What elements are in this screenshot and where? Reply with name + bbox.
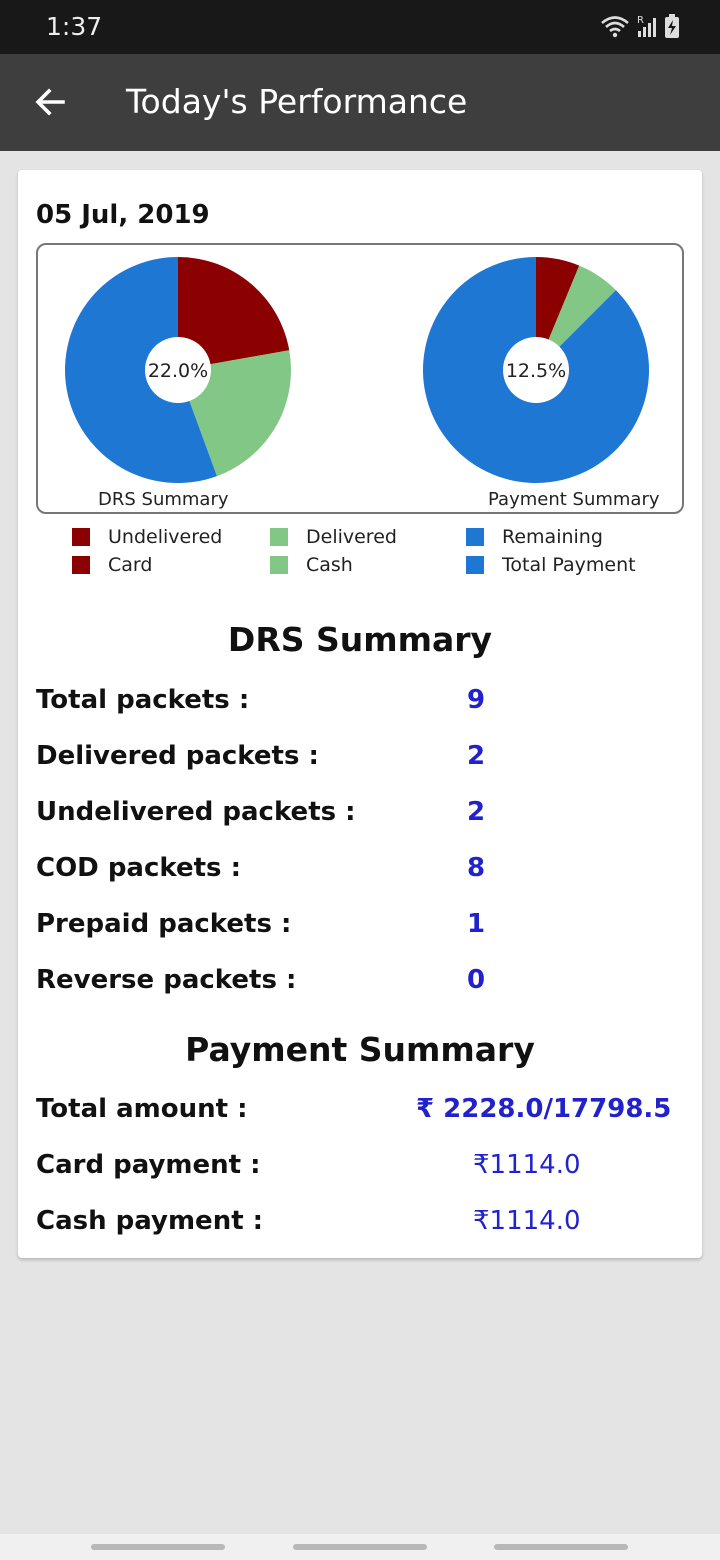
app-bar: Today's Performance <box>0 54 720 151</box>
drs-pie-center-label: 22.0% <box>148 360 208 382</box>
status-icons: R <box>600 14 680 38</box>
reverse-packets-value: 0 <box>467 965 486 995</box>
legend-swatch <box>72 528 90 546</box>
card-payment-value: ₹1114.0 <box>473 1150 581 1180</box>
legend-swatch <box>466 528 484 546</box>
legend-item-card: Card <box>72 552 152 578</box>
reverse-packets-label: Reverse packets : <box>36 965 297 995</box>
payment-summary-title: Payment Summary <box>185 1030 535 1069</box>
legend-label: Cash <box>306 554 353 576</box>
legend-item-undelivered: Undelivered <box>72 524 222 550</box>
total-amount-label: Total amount : <box>36 1094 248 1124</box>
legend-swatch <box>270 556 288 574</box>
undelivered-packets-value: 2 <box>467 797 486 827</box>
svg-text:R: R <box>637 15 644 26</box>
chart-legend: Undelivered Delivered Remaining Card Cas… <box>18 524 702 584</box>
total-amount-value: ₹ 2228.0/17798.5 <box>416 1094 672 1124</box>
prepaid-packets-label: Prepaid packets : <box>36 909 292 939</box>
nav-pill-right[interactable] <box>494 1544 628 1550</box>
nav-pill-center[interactable] <box>293 1544 427 1550</box>
nav-pill-left[interactable] <box>91 1544 225 1550</box>
payment-pie-center-label: 12.5% <box>506 360 566 382</box>
drs-chart-caption: DRS Summary <box>98 489 229 510</box>
card-payment-label: Card payment : <box>36 1150 261 1180</box>
total-packets-label: Total packets : <box>36 685 250 715</box>
legend-label: Total Payment <box>502 554 636 576</box>
prepaid-packets-value: 1 <box>467 909 486 939</box>
legend-label: Undelivered <box>108 526 223 548</box>
battery-icon <box>665 14 679 38</box>
status-time: 1:37 <box>46 12 103 41</box>
total-packets-value: 9 <box>467 685 486 715</box>
charts-container: 22.0% 12.5% DRS Summary Payment Summary <box>36 243 684 514</box>
signal-icon: R <box>637 15 656 37</box>
status-bar: 1:37 R <box>0 0 720 54</box>
legend-item-delivered: Delivered <box>270 524 397 550</box>
payment-chart-caption: Payment Summary <box>488 489 660 510</box>
legend-item-total-payment: Total Payment <box>466 552 636 578</box>
cash-payment-value: ₹1114.0 <box>473 1206 581 1236</box>
legend-label: Card <box>108 554 153 576</box>
legend-item-remaining: Remaining <box>466 524 603 550</box>
delivered-packets-label: Delivered packets : <box>36 741 319 771</box>
legend-label: Delivered <box>306 526 397 548</box>
legend-swatch <box>72 556 90 574</box>
cod-packets-label: COD packets : <box>36 853 241 883</box>
back-button[interactable] <box>26 78 74 126</box>
arrow-left-icon <box>35 88 65 116</box>
wifi-icon <box>601 16 629 38</box>
legend-swatch <box>270 528 288 546</box>
cash-payment-label: Cash payment : <box>36 1206 264 1236</box>
delivered-packets-value: 2 <box>467 741 486 771</box>
drs-summary-title: DRS Summary <box>227 620 493 659</box>
page-title: Today's Performance <box>126 82 468 121</box>
performance-card: 05 Jul, 2019 22.0% 12.5% DRS Summary Paym… <box>18 170 702 1258</box>
undelivered-packets-label: Undelivered packets : <box>36 797 356 827</box>
legend-item-cash: Cash <box>270 552 353 578</box>
legend-swatch <box>466 556 484 574</box>
report-date: 05 Jul, 2019 <box>36 200 210 230</box>
legend-label: Remaining <box>502 526 603 548</box>
system-nav-bar <box>0 1534 720 1560</box>
cod-packets-value: 8 <box>467 853 486 883</box>
pie-charts: 22.0% 12.5% <box>64 257 649 484</box>
